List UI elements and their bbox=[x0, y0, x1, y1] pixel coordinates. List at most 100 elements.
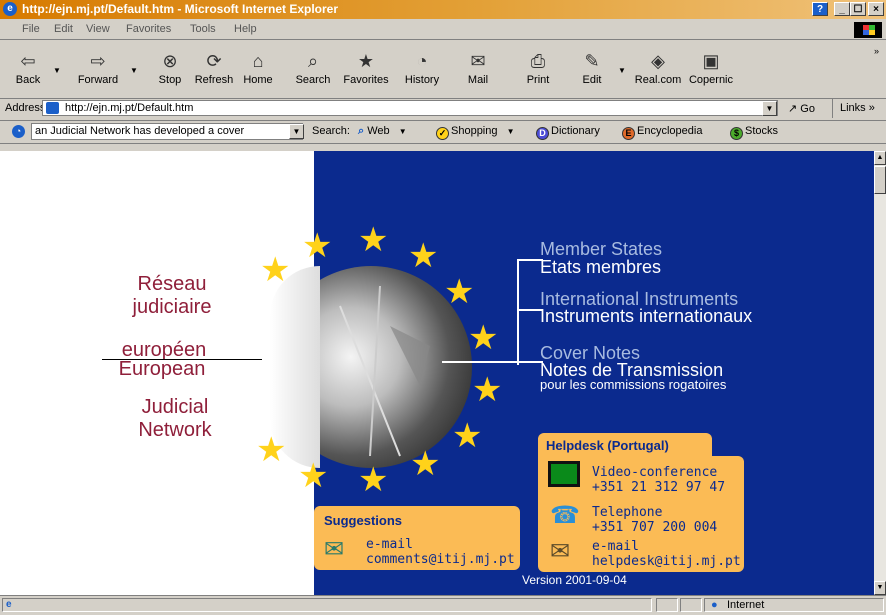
scales-of-justice-icon bbox=[339, 285, 430, 457]
close-button[interactable]: × bbox=[868, 2, 884, 16]
mail-icon: ✉ bbox=[324, 536, 345, 563]
eu-star-icon: ★ bbox=[408, 237, 439, 275]
stop-button[interactable]: ⊗ Stop bbox=[148, 42, 192, 94]
favorites-button[interactable]: ★ Favorites bbox=[338, 42, 394, 94]
eu-star-icon: ★ bbox=[302, 227, 333, 265]
windows-logo-icon bbox=[854, 22, 882, 38]
forward-dropdown-icon[interactable]: ▼ bbox=[130, 66, 138, 75]
nav-connector-line bbox=[442, 361, 543, 363]
menu-view[interactable]: View bbox=[86, 23, 110, 35]
address-input[interactable]: http://ejn.mj.pt/Default.htm bbox=[42, 100, 778, 116]
address-bar: Address http://ejn.mj.pt/Default.htm ▼ ↗… bbox=[0, 98, 886, 121]
scroll-thumb[interactable] bbox=[874, 166, 886, 194]
help-icon[interactable]: ? bbox=[812, 2, 828, 16]
suggestions-title: Suggestions bbox=[324, 513, 403, 528]
scroll-down-icon[interactable]: ▼ bbox=[874, 581, 886, 595]
go-button[interactable]: ↗ Go bbox=[788, 102, 815, 115]
shopping-dropdown-icon: ▼ bbox=[506, 127, 515, 136]
search-query-field[interactable]: an Judicial Network has developed a cove… bbox=[31, 123, 303, 140]
dictionary-button[interactable]: D Dictionary bbox=[536, 125, 600, 140]
web-dropdown-icon: ▼ bbox=[398, 127, 407, 136]
suggestions-email-link[interactable]: comments@itij.mj.pt bbox=[366, 552, 515, 567]
back-button[interactable]: ⇦ Back bbox=[6, 42, 50, 94]
eu-star-icon: ★ bbox=[410, 445, 441, 483]
search-toolbar: ◔ an Judicial Network has developed a co… bbox=[0, 121, 886, 144]
forward-arrow-icon: ⇨ bbox=[90, 51, 106, 71]
edit-dropdown-icon[interactable]: ▼ bbox=[618, 66, 626, 75]
internet-globe-icon: ● bbox=[711, 599, 718, 611]
scroll-up-icon[interactable]: ▲ bbox=[874, 151, 886, 165]
search-icon: ⌕ bbox=[307, 51, 319, 71]
phone-number: +351 707 200 004 bbox=[592, 520, 718, 535]
realcom-icon: ◈ bbox=[651, 51, 665, 71]
en-name-line1[interactable]: European bbox=[102, 358, 222, 381]
eu-star-icon: ★ bbox=[298, 457, 329, 495]
encyclopedia-button[interactable]: E Encyclopedia bbox=[622, 125, 702, 140]
window-titlebar: e http://ejn.mj.pt/Default.htm - Microso… bbox=[0, 0, 886, 19]
address-label: Address bbox=[5, 102, 46, 114]
copernic-button[interactable]: ▣ Copernic bbox=[684, 42, 738, 94]
back-dropdown-icon[interactable]: ▼ bbox=[53, 66, 61, 75]
helpdesk-email-label: e-mail bbox=[592, 539, 639, 554]
zone-label: Internet bbox=[727, 599, 765, 611]
eu-star-icon: ★ bbox=[444, 273, 475, 311]
menu-edit[interactable]: Edit bbox=[54, 23, 73, 35]
status-bar: e ● Internet bbox=[0, 595, 886, 615]
minimize-button[interactable]: _ bbox=[834, 2, 850, 16]
favorites-icon: ★ bbox=[357, 51, 375, 71]
en-name-line3: Network bbox=[138, 419, 212, 441]
stocks-button[interactable]: $ Stocks bbox=[730, 125, 778, 140]
status-pane bbox=[680, 598, 702, 612]
refresh-icon: ⟳ bbox=[206, 51, 222, 71]
helpdesk-email-link[interactable]: helpdesk@itij.mj.pt bbox=[592, 554, 741, 569]
vertical-scrollbar[interactable]: ▲ ▼ bbox=[874, 151, 886, 595]
menu-file[interactable]: File bbox=[22, 23, 40, 35]
encyclopedia-icon: E bbox=[622, 127, 635, 140]
search-button[interactable]: ⌕ Search bbox=[290, 42, 336, 94]
eu-star-icon: ★ bbox=[256, 431, 287, 469]
monitor-icon bbox=[548, 461, 580, 487]
etats-membres-link[interactable]: Etats membres bbox=[540, 257, 661, 277]
instruments-internationaux-link[interactable]: Instruments internationaux bbox=[540, 306, 752, 326]
search-engine-logo-icon[interactable]: ◔ bbox=[12, 125, 25, 138]
magnifier-icon: ⌕ bbox=[358, 125, 365, 137]
address-dropdown-icon[interactable]: ▼ bbox=[762, 101, 777, 116]
refresh-button[interactable]: ⟳ Refresh bbox=[190, 42, 238, 94]
member-states-link[interactable]: Member States bbox=[540, 239, 662, 259]
stop-icon: ⊗ bbox=[162, 51, 178, 71]
menu-bar: File Edit View Favorites Tools Help bbox=[0, 19, 886, 40]
eu-star-icon: ★ bbox=[260, 251, 291, 289]
eu-star-icon: ★ bbox=[358, 461, 389, 499]
edit-button[interactable]: ✎ Edit bbox=[572, 42, 612, 94]
content-left-edge bbox=[0, 151, 12, 595]
mail-icon: ✉ bbox=[470, 51, 486, 71]
realcom-button[interactable]: ◈ Real.com bbox=[632, 42, 684, 94]
video-label: Video-conference bbox=[592, 465, 718, 480]
phone-label: Telephone bbox=[592, 505, 663, 520]
mail-button[interactable]: ✉ Mail bbox=[458, 42, 498, 94]
version-text: Version 2001-09-04 bbox=[522, 573, 627, 587]
shopping-button[interactable]: ✓ Shopping ▼ bbox=[436, 125, 514, 140]
shopping-check-icon: ✓ bbox=[436, 127, 449, 140]
forward-button[interactable]: ⇨ Forward bbox=[70, 42, 126, 94]
toolbar-overflow-icon[interactable]: » bbox=[874, 46, 879, 56]
web-page-content: Réseau judiciaire européen European Judi… bbox=[12, 151, 874, 595]
copernic-icon: ▣ bbox=[702, 51, 720, 71]
history-button[interactable]: ◔ History bbox=[398, 42, 446, 94]
eu-star-icon: ★ bbox=[468, 319, 499, 357]
commissions-rogatoires-link[interactable]: pour les commissions rogatoires bbox=[540, 375, 726, 395]
links-button[interactable]: Links » bbox=[840, 102, 875, 114]
helpdesk-title: Helpdesk (Portugal) bbox=[546, 438, 669, 453]
menu-favorites[interactable]: Favorites bbox=[126, 23, 171, 35]
maximize-button[interactable]: ☐ bbox=[850, 2, 866, 16]
menu-help[interactable]: Help bbox=[234, 23, 257, 35]
web-search-button[interactable]: ⌕ Web ▼ bbox=[358, 125, 407, 138]
home-button[interactable]: ⌂ Home bbox=[236, 42, 280, 94]
print-icon: ⎙ bbox=[530, 51, 546, 71]
search-query-dropdown-icon[interactable]: ▼ bbox=[289, 124, 304, 139]
history-icon: ◔ bbox=[416, 51, 428, 71]
menu-tools[interactable]: Tools bbox=[190, 23, 216, 35]
print-button[interactable]: ⎙ Print bbox=[518, 42, 558, 94]
window-title: http://ejn.mj.pt/Default.htm - Microsoft… bbox=[22, 2, 339, 16]
back-arrow-icon: ⇦ bbox=[20, 51, 36, 71]
